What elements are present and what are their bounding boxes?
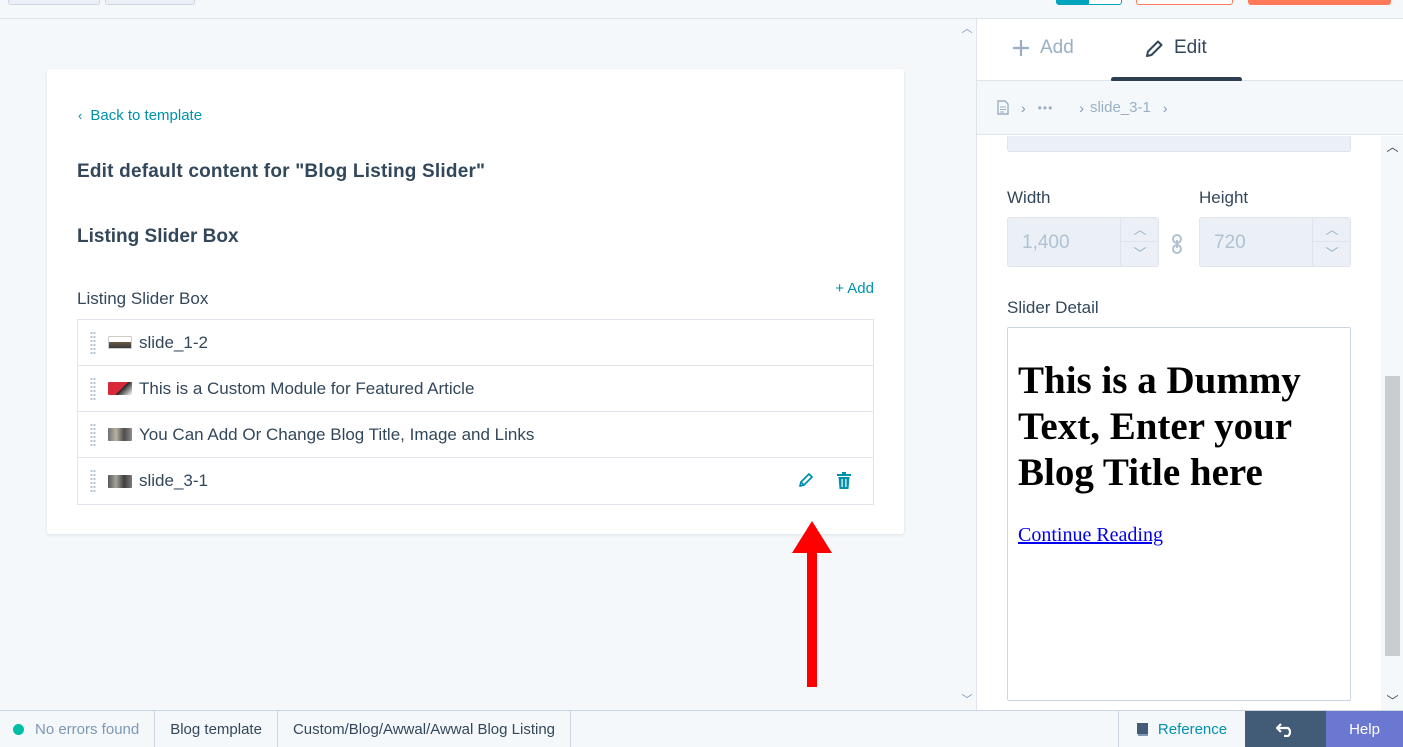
image-thumbnail bbox=[108, 474, 132, 488]
error-status[interactable]: No errors found bbox=[0, 710, 156, 747]
trash-icon[interactable] bbox=[835, 470, 853, 490]
drag-handle-icon[interactable] bbox=[90, 376, 96, 401]
slider-detail-editor[interactable]: This is a Dummy Text, Enter your Blog Ti… bbox=[1007, 327, 1351, 701]
back-to-template-link[interactable]: ‹ Back to template bbox=[78, 107, 202, 124]
status-actions: Reference Help bbox=[1118, 711, 1403, 747]
add-slide-link[interactable]: + Add bbox=[835, 280, 874, 297]
book-icon bbox=[1136, 723, 1148, 736]
tab-edit-label: Edit bbox=[1174, 37, 1207, 58]
scrollbar-thumb[interactable] bbox=[1385, 376, 1400, 656]
preview-button[interactable] bbox=[1136, 0, 1233, 5]
list-item[interactable]: slide_3-1 bbox=[78, 458, 873, 504]
chevron-up-icon[interactable]: ︿ bbox=[1121, 218, 1159, 242]
sidebar-panel: Add Edit › ••• › slide_3-1 › Width 1,400… bbox=[976, 19, 1403, 710]
top-toolbar bbox=[0, 0, 1403, 19]
sidebar-content: Width 1,400 ︿ ﹀ Height 720 ︿ ﹀ Slider De… bbox=[977, 136, 1381, 710]
view-toggle[interactable] bbox=[1056, 0, 1122, 5]
edit-content-card: ‹ Back to template Edit default content … bbox=[47, 69, 904, 534]
undo-button[interactable] bbox=[1245, 711, 1326, 747]
height-input[interactable]: 720 ︿ ﹀ bbox=[1199, 217, 1351, 267]
truncated-field bbox=[1007, 136, 1351, 152]
publish-button[interactable] bbox=[1248, 0, 1391, 5]
chevron-right-icon: › bbox=[1021, 99, 1026, 116]
chevron-down-icon[interactable]: ﹀ bbox=[1121, 242, 1159, 266]
toolbar-button[interactable] bbox=[105, 0, 195, 5]
pencil-icon[interactable] bbox=[797, 470, 815, 490]
chevron-right-icon: › bbox=[1079, 99, 1084, 116]
scroll-down-icon[interactable]: ﹀ bbox=[961, 694, 973, 706]
tab-add-label: Add bbox=[1040, 37, 1074, 58]
section-heading: Listing Slider Box bbox=[77, 226, 239, 247]
drag-handle-icon[interactable] bbox=[90, 469, 96, 493]
scroll-up-icon[interactable]: ︿ bbox=[1385, 140, 1400, 154]
plus-icon bbox=[1013, 40, 1029, 56]
row-actions bbox=[797, 470, 853, 490]
image-thumbnail bbox=[108, 336, 132, 349]
drag-handle-icon[interactable] bbox=[90, 422, 96, 447]
breadcrumb-ellipsis[interactable]: ••• bbox=[1038, 101, 1054, 115]
link-dimensions-icon[interactable] bbox=[1170, 234, 1184, 254]
list-item[interactable]: You Can Add Or Change Blog Title, Image … bbox=[78, 412, 873, 458]
height-label: Height bbox=[1199, 188, 1249, 207]
continue-reading-link[interactable]: Continue Reading bbox=[1018, 524, 1340, 547]
chevron-up-icon[interactable]: ︿ bbox=[1313, 218, 1351, 242]
list-item[interactable]: slide_1-2 bbox=[78, 320, 873, 366]
height-value: 720 bbox=[1214, 232, 1246, 253]
help-button[interactable]: Help bbox=[1326, 711, 1403, 747]
image-thumbnail bbox=[108, 382, 132, 395]
width-input[interactable]: 1,400 ︿ ﹀ bbox=[1007, 217, 1159, 267]
tab-edit[interactable]: Edit bbox=[1145, 37, 1207, 59]
tab-add[interactable]: Add bbox=[1012, 37, 1074, 59]
slide-label: slide_3-1 bbox=[139, 471, 208, 490]
pencil-icon bbox=[1146, 40, 1163, 57]
status-text: No errors found bbox=[35, 720, 140, 738]
slider-detail-label: Slider Detail bbox=[1007, 298, 1099, 317]
width-stepper[interactable]: ︿ ﹀ bbox=[1120, 218, 1159, 266]
page-title: Edit default content for "Blog Listing S… bbox=[77, 161, 486, 182]
status-ok-icon bbox=[13, 723, 24, 735]
list-item[interactable]: This is a Custom Module for Featured Art… bbox=[78, 366, 873, 412]
document-icon[interactable] bbox=[997, 100, 1009, 115]
status-bar: No errors found Blog template Custom/Blo… bbox=[0, 710, 1403, 747]
slide-label: slide_1-2 bbox=[139, 332, 208, 352]
annotation-arrow-icon bbox=[792, 521, 832, 687]
sidebar-tabs: Add Edit bbox=[977, 19, 1403, 82]
undo-icon bbox=[1276, 722, 1292, 737]
slide-list: slide_1-2 This is a Custom Module for Fe… bbox=[77, 319, 874, 505]
width-value: 1,400 bbox=[1022, 232, 1070, 253]
drag-handle-icon[interactable] bbox=[90, 330, 96, 355]
field-label: Listing Slider Box bbox=[77, 289, 209, 308]
content-canvas: ‹ Back to template Edit default content … bbox=[0, 19, 958, 710]
toolbar-button[interactable] bbox=[8, 0, 100, 5]
scroll-down-icon[interactable]: ﹀ bbox=[1385, 694, 1400, 708]
breadcrumb: › ••• › slide_3-1 › bbox=[977, 81, 1403, 135]
canvas-scrollbar[interactable]: ︿ ﹀ bbox=[958, 19, 976, 710]
scroll-up-icon[interactable]: ︿ bbox=[961, 23, 973, 35]
slide-label: This is a Custom Module for Featured Art… bbox=[139, 378, 475, 398]
slide-label: You Can Add Or Change Blog Title, Image … bbox=[139, 424, 535, 444]
template-type: Blog template bbox=[155, 710, 278, 747]
reference-button[interactable]: Reference bbox=[1118, 711, 1245, 747]
template-path[interactable]: Custom/Blog/Awwal/Awwal Blog Listing bbox=[278, 710, 572, 747]
chevron-down-icon[interactable]: ﹀ bbox=[1313, 242, 1351, 266]
slider-detail-heading: This is a Dummy Text, Enter your Blog Ti… bbox=[1018, 359, 1301, 494]
chevron-right-icon: › bbox=[1162, 99, 1168, 116]
breadcrumb-current[interactable]: slide_3-1 bbox=[1090, 99, 1151, 116]
sidebar-scrollbar[interactable]: ︿ ﹀ bbox=[1381, 136, 1403, 710]
height-stepper[interactable]: ︿ ﹀ bbox=[1312, 218, 1351, 266]
reference-label: Reference bbox=[1157, 721, 1228, 738]
back-link-label: Back to template bbox=[90, 107, 203, 124]
chevron-left-icon: ‹ bbox=[78, 108, 83, 123]
width-label: Width bbox=[1007, 188, 1051, 207]
image-thumbnail bbox=[108, 428, 132, 441]
